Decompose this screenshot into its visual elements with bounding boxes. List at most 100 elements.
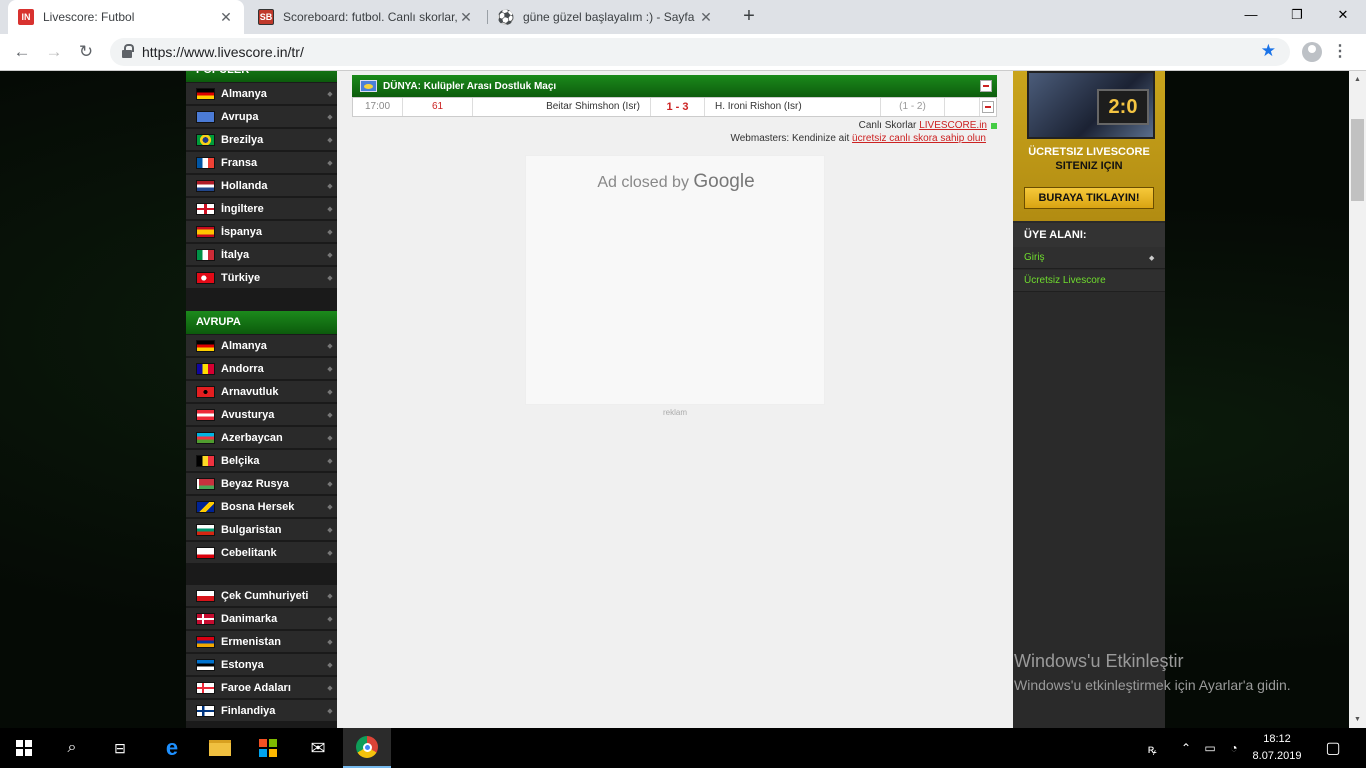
battery-icon[interactable]: ▭: [1200, 728, 1220, 768]
sidebar-item-es[interactable]: İspanya ◆: [186, 221, 337, 243]
es-flag-icon: [196, 225, 215, 238]
network-icon[interactable]: ◔: [1224, 728, 1244, 768]
minimize-button[interactable]: —: [1228, 0, 1274, 30]
livescore-link[interactable]: LIVESCORE.in: [919, 120, 987, 131]
sidebar-item-fi[interactable]: Finlandiya ◆: [186, 700, 337, 722]
edge-browser-icon[interactable]: e: [148, 728, 196, 768]
webmasters-credit: Webmasters: Kendinize ait ücretsiz canlı…: [730, 133, 986, 144]
sidebar-item-fo[interactable]: Faroe Adaları ◆: [186, 677, 337, 699]
match-row[interactable]: 17:00 61 Beitar Shimshon (Isr) 1 - 3 H. …: [352, 97, 997, 117]
sidebar-item-label: Andorra: [221, 362, 264, 375]
sidebar-item-be[interactable]: Belçika ◆: [186, 450, 337, 472]
sidebar-item-gi[interactable]: Cebelitank ◆: [186, 542, 337, 564]
url-text[interactable]: https://www.livescore.in/tr/: [142, 44, 304, 60]
tab-forum[interactable]: ⚽ güne güzel başlayalım :) - Sayfa 1 ✕: [488, 0, 724, 34]
forward-icon[interactable]: →: [42, 40, 66, 64]
tab-scoreboard[interactable]: SB Scoreboard: futbol. Canlı skorlar, ✕: [248, 0, 484, 34]
new-tab-button[interactable]: +: [737, 4, 761, 28]
tab-livescore[interactable]: IN Livescore: Futbol ✕: [8, 0, 244, 34]
sidebar-item-label: Almanya: [221, 339, 267, 352]
sidebar-item-at[interactable]: Avusturya ◆: [186, 404, 337, 426]
arrow-right-icon: ◆: [327, 136, 333, 144]
sidebar-item-en[interactable]: İngiltere ◆: [186, 198, 337, 220]
arrow-right-icon: ◆: [327, 90, 333, 98]
bookmark-star-icon[interactable]: ★: [1261, 41, 1276, 61]
browser-menu-icon[interactable]: ⋮: [1330, 40, 1350, 64]
remove-match-icon[interactable]: [982, 101, 994, 113]
webmasters-link[interactable]: ücretsiz canlı skora sahip olun: [852, 133, 986, 144]
arrow-right-icon: ◆: [327, 638, 333, 646]
arrow-right-icon: ◆: [327, 251, 333, 259]
sidebar-item-br[interactable]: Brezilya ◆: [186, 129, 337, 151]
fr-flag-icon: [196, 156, 215, 169]
show-hidden-icons-icon[interactable]: ⌃: [1176, 728, 1196, 768]
sidebar-item-label: Almanya: [221, 87, 267, 100]
arrow-right-icon: ◆: [327, 411, 333, 419]
scroll-thumb[interactable]: [1351, 119, 1364, 201]
sidebar-item-by[interactable]: Beyaz Rusya ◆: [186, 473, 337, 495]
reload-icon[interactable]: ↻: [74, 40, 98, 64]
sidebar-item-az[interactable]: Azerbaycan ◆: [186, 427, 337, 449]
windows-logo-icon: [16, 740, 32, 756]
arrow-right-icon: ◆: [327, 480, 333, 488]
scroll-down-arrow-icon[interactable]: ▼: [1349, 711, 1366, 728]
sidebar-item-al[interactable]: Arnavutluk ◆: [186, 381, 337, 403]
profile-avatar-icon[interactable]: [1302, 42, 1322, 62]
close-window-button[interactable]: ✕: [1320, 0, 1366, 30]
address-bar[interactable]: https://www.livescore.in/tr/ ★: [110, 38, 1290, 66]
task-view-icon[interactable]: ⊟: [96, 728, 144, 768]
lock-icon[interactable]: [122, 44, 134, 58]
back-icon[interactable]: ←: [10, 40, 34, 64]
start-button[interactable]: [0, 728, 48, 768]
mail-icon[interactable]: ✉: [294, 728, 342, 768]
sidebar-item-ad[interactable]: Andorra ◆: [186, 358, 337, 380]
sidebar-item-label: Arnavutluk: [221, 385, 279, 398]
close-tab-icon[interactable]: ✕: [458, 9, 474, 26]
scroll-up-arrow-icon[interactable]: ▲: [1349, 71, 1366, 88]
promo-click-button[interactable]: BURAYA TIKLAYIN!: [1024, 187, 1154, 209]
league-header[interactable]: DÜNYA: Kulüpler Arası Dostluk Maçı: [352, 75, 997, 97]
sidebar-item-de[interactable]: Almanya ◆: [186, 83, 337, 105]
close-tab-icon[interactable]: ✕: [218, 9, 234, 26]
sidebar-item-nl[interactable]: Hollanda ◆: [186, 175, 337, 197]
sidebar-item-eu[interactable]: Avrupa ◆: [186, 106, 337, 128]
collapse-league-icon[interactable]: [980, 80, 992, 92]
sidebar-item-fr[interactable]: Fransa ◆: [186, 152, 337, 174]
member-free-livescore-link[interactable]: Ücretsiz Livescore: [1013, 270, 1165, 292]
arrow-right-icon: ◆: [327, 707, 333, 715]
promo-line-1: ÜCRETSIZ LIVESCORE: [1028, 146, 1150, 158]
page-scrollbar[interactable]: ▲ ▼: [1349, 71, 1366, 728]
close-tab-icon[interactable]: ✕: [698, 9, 714, 26]
sidebar-item-ee[interactable]: Estonya ◆: [186, 654, 337, 676]
scoreboard-favicon-icon: SB: [258, 9, 274, 25]
tab-strip: IN Livescore: Futbol ✕ SB Scoreboard: fu…: [0, 0, 1366, 34]
sidebar-item-dk[interactable]: Danimarka ◆: [186, 608, 337, 630]
sidebar-item-cz[interactable]: Çek Cumhuriyeti ◆: [186, 585, 337, 607]
system-clock[interactable]: 18:12 8.07.2019: [1246, 731, 1308, 765]
sidebar-item-ba[interactable]: Bosna Hersek ◆: [186, 496, 337, 518]
file-explorer-icon[interactable]: [196, 728, 244, 768]
member-login-link[interactable]: Giriş ◆: [1013, 247, 1165, 269]
sidebar-item-label: Danimarka: [221, 612, 278, 625]
arrow-right-icon: ◆: [327, 274, 333, 282]
sidebar-item-am[interactable]: Ermenistan ◆: [186, 631, 337, 653]
promo-scoreboard: 2:0: [1097, 89, 1149, 125]
maximize-button[interactable]: ❐: [1274, 0, 1320, 30]
people-icon[interactable]: ꝶ: [1140, 728, 1164, 768]
chrome-taskbar-icon[interactable]: [343, 728, 391, 768]
arrow-right-icon: ◆: [327, 434, 333, 442]
match-time: 17:00: [353, 98, 403, 116]
match-score[interactable]: 1 - 3: [651, 98, 705, 116]
sidebar-item-de[interactable]: Almanya ◆: [186, 335, 337, 357]
sidebar-item-bg[interactable]: Bulgaristan ◆: [186, 519, 337, 541]
sidebar-item-tr[interactable]: Türkiye ◆: [186, 267, 337, 289]
sidebar-item-it[interactable]: İtalya ◆: [186, 244, 337, 266]
world-flag-icon: [360, 80, 377, 92]
notifications-icon[interactable]: ▢: [1320, 728, 1346, 768]
promo-banner[interactable]: 2:0 ÜCRETSIZ LIVESCORE SITENIZ IÇIN BURA…: [1013, 71, 1165, 221]
store-icon[interactable]: [244, 728, 292, 768]
arrow-right-icon: ◆: [327, 388, 333, 396]
google-logo: Google: [693, 171, 755, 192]
fi-flag-icon: [196, 704, 215, 717]
search-icon[interactable]: ⌕: [48, 728, 96, 768]
